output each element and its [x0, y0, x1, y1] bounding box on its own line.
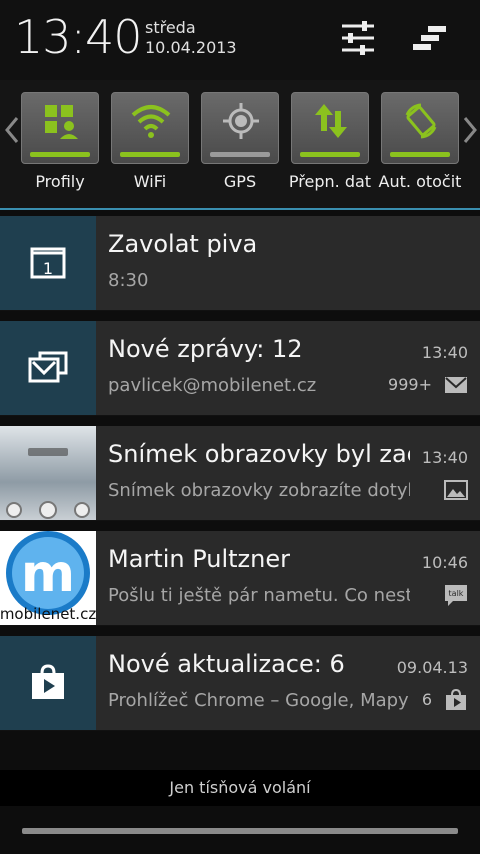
- toggle-box: [111, 92, 189, 164]
- notification-title: Snímek obrazovky byl zachycen: [108, 440, 410, 468]
- notification-count: 6: [421, 690, 432, 709]
- toggle-label: Aut. otočit: [378, 172, 462, 191]
- quick-toggles: Profily WiFi GPS Přepn. dat Aut. otočit: [0, 80, 480, 208]
- clock: 13:40: [14, 10, 143, 64]
- toggle-label: Přepn. dat: [288, 172, 372, 191]
- notification-text: Pošlu ti ještě pár nametu. Co nestihneš: [108, 585, 410, 606]
- chevron-right-icon[interactable]: [460, 110, 480, 150]
- notification-time: 10:46: [421, 553, 468, 572]
- gps-icon: [223, 103, 259, 139]
- toggle-indicator: [210, 152, 270, 157]
- svg-text:1: 1: [43, 259, 53, 278]
- notification-time: 09.04.13: [396, 658, 468, 677]
- notification-talk[interactable]: m mobilenet.cz Martin Pultzner Pošlu ti …: [0, 531, 480, 626]
- status-header: 13:40 středa 10.04.2013: [0, 0, 480, 80]
- notification-updates[interactable]: Nové aktualizace: 6 Prohlížeč Chrome – G…: [0, 636, 480, 731]
- settings-sliders-icon[interactable]: [338, 18, 378, 58]
- toggle-gps[interactable]: GPS: [201, 92, 279, 191]
- toggle-box: [381, 92, 459, 164]
- toggle-box: [21, 92, 99, 164]
- wifi-icon: [131, 105, 171, 138]
- calendar-icon: 1: [30, 247, 66, 279]
- notification-icon: [0, 636, 96, 730]
- notification-title: Nové aktualizace: 6: [108, 650, 345, 678]
- mobilenet-logo: m mobilenet.cz: [0, 531, 96, 625]
- toggle-data-switch[interactable]: Přepn. dat: [289, 92, 371, 191]
- profiles-icon: [45, 105, 78, 139]
- clear-all-icon[interactable]: [410, 18, 450, 58]
- notification-screenshot[interactable]: Snímek obrazovky byl zachycen Snímek obr…: [0, 426, 480, 521]
- notification-title: Zavolat piva: [108, 230, 258, 258]
- notification-text: Snímek obrazovky zobrazíte dotykem: [108, 480, 410, 501]
- notification-icon: [0, 321, 96, 415]
- day-label: středa: [145, 18, 196, 37]
- toggle-indicator: [120, 152, 180, 157]
- store-small-icon: [444, 688, 468, 712]
- toggle-label: Profily: [35, 172, 85, 191]
- toggle-box: [291, 92, 369, 164]
- notification-text: Prohlížeč Chrome – Google, Mapy: [108, 690, 409, 711]
- notification-calendar[interactable]: 1 Zavolat piva 8:30: [0, 216, 480, 311]
- toggle-box: [201, 92, 279, 164]
- emergency-calls-label: Jen tísňová volání: [0, 770, 480, 806]
- toggle-indicator: [300, 152, 360, 157]
- toggle-indicator: [30, 152, 90, 157]
- notification-time: 13:40: [421, 448, 468, 467]
- screenshot-thumbnail: [0, 426, 96, 520]
- toggle-profiles[interactable]: Profily: [21, 92, 99, 191]
- notification-count: 999+: [388, 375, 432, 394]
- toggle-auto-rotate[interactable]: Aut. otočit: [379, 92, 461, 191]
- toggle-label: GPS: [223, 172, 257, 191]
- play-store-icon: [32, 664, 64, 699]
- chevron-left-icon[interactable]: [2, 110, 22, 150]
- mail-small-icon: [444, 373, 468, 397]
- date-block: středa 10.04.2013: [145, 18, 237, 58]
- toggle-label: WiFi: [133, 172, 167, 191]
- toggle-wifi[interactable]: WiFi: [111, 92, 189, 191]
- svg-text:talk: talk: [449, 589, 464, 598]
- notification-text: pavlicek@mobilenet.cz: [108, 375, 317, 396]
- image-small-icon: [444, 478, 468, 502]
- email-icon: [28, 351, 68, 383]
- date-label: 10.04.2013: [145, 38, 237, 57]
- notification-icon: 1: [0, 216, 96, 310]
- toggle-indicator: [390, 152, 450, 157]
- notification-title: Nové zprávy: 12: [108, 335, 303, 363]
- svg-text:m: m: [21, 544, 75, 604]
- notification-title: Martin Pultzner: [108, 545, 290, 573]
- divider: [0, 208, 480, 210]
- notification-time: 13:40: [421, 343, 468, 362]
- auto-rotate-icon: [405, 103, 437, 139]
- notification-email[interactable]: Nové zprávy: 12 pavlicek@mobilenet.cz 13…: [0, 321, 480, 416]
- data-switch-icon: [315, 104, 347, 138]
- drag-handle[interactable]: [22, 828, 458, 834]
- talk-icon: talk: [444, 583, 468, 607]
- notification-text: 8:30: [108, 270, 149, 291]
- svg-text:mobilenet.cz: mobilenet.cz: [0, 605, 96, 623]
